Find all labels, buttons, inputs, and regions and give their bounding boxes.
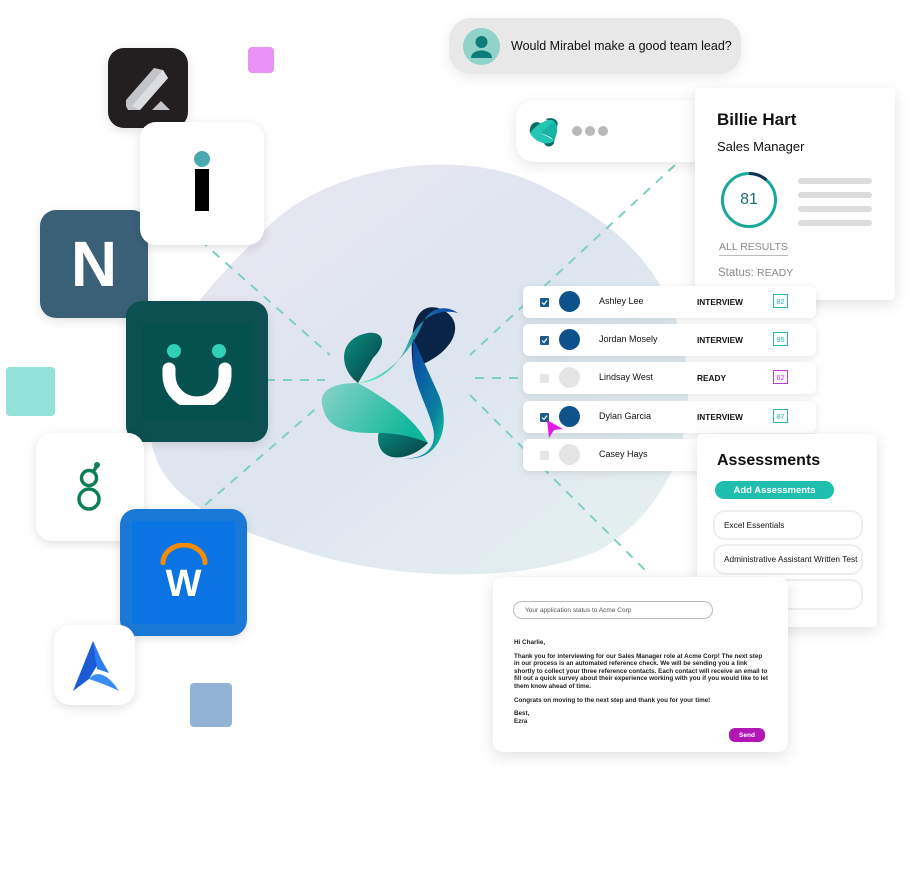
typing-dots bbox=[572, 126, 611, 136]
a-logo-icon bbox=[72, 641, 119, 691]
a-app-tile[interactable] bbox=[54, 625, 135, 705]
placeholder-line bbox=[798, 220, 872, 226]
placeholder-line bbox=[798, 206, 872, 212]
all-results-link[interactable]: ALL RESULTS bbox=[719, 241, 788, 256]
candidate-score-badge: 82 bbox=[773, 294, 788, 308]
email-paragraph: Thank you for interviewing for our Sales… bbox=[514, 652, 769, 690]
email-subject-field[interactable]: Your application status to Acme Corp bbox=[513, 601, 713, 619]
user-avatar-icon bbox=[463, 27, 500, 65]
smile-app-tile[interactable] bbox=[126, 301, 268, 442]
status-text: Status: READY bbox=[718, 267, 793, 279]
n-app-tile[interactable]: N bbox=[40, 210, 148, 318]
candidate-status: INTERVIEW bbox=[697, 412, 743, 422]
assistant-typing-bubble bbox=[516, 100, 716, 162]
assistant-logo-icon bbox=[529, 118, 558, 147]
typing-dot bbox=[572, 126, 582, 136]
pencil-app-tile[interactable] bbox=[108, 48, 188, 128]
letter-i-icon bbox=[194, 150, 210, 211]
candidate-name: Ashley Lee bbox=[599, 296, 644, 306]
candidate-name: Casey Hays bbox=[599, 449, 648, 459]
candidate-row[interactable]: Lindsay West READY 62 bbox=[523, 362, 816, 394]
smile-icon bbox=[162, 343, 232, 405]
chat-question-text: Would Mirabel make a good team lead? bbox=[511, 39, 732, 53]
status-value: READY bbox=[757, 267, 794, 279]
letter-n-icon: N bbox=[70, 228, 118, 300]
g-icon bbox=[77, 462, 101, 511]
placeholder-line bbox=[798, 192, 872, 198]
assessments-title: Assessments bbox=[717, 452, 821, 469]
candidate-score-badge: 62 bbox=[773, 370, 788, 384]
assessment-item-excel[interactable]: Excel Essentials bbox=[713, 510, 863, 540]
workday-arc-icon bbox=[160, 542, 207, 565]
mouse-cursor-icon bbox=[547, 420, 563, 438]
candidate-checkbox[interactable] bbox=[540, 298, 549, 307]
score-value: 81 bbox=[740, 191, 758, 208]
central-logo-icon bbox=[321, 307, 458, 459]
email-composer-card: Your application status to Acme Corp Hi … bbox=[493, 577, 788, 752]
send-button[interactable]: Send bbox=[729, 728, 765, 742]
candidate-checkbox[interactable] bbox=[540, 374, 549, 383]
assessment-item-admin-test[interactable]: Administrative Assistant Written Test bbox=[713, 544, 863, 575]
candidate-name: Billie Hart bbox=[717, 110, 797, 129]
candidate-avatar bbox=[559, 291, 580, 312]
candidate-name: Lindsay West bbox=[599, 372, 653, 382]
checkmark-icon bbox=[541, 300, 548, 306]
decorative-square-mint bbox=[6, 367, 55, 416]
decorative-square-pink bbox=[248, 47, 274, 73]
email-signoff: Best, bbox=[514, 710, 530, 718]
pencil-icon bbox=[126, 68, 170, 110]
candidate-checkbox[interactable] bbox=[540, 336, 549, 345]
candidate-checkbox[interactable] bbox=[540, 451, 549, 460]
candidate-status: READY bbox=[697, 373, 727, 383]
candidate-score-badge: 87 bbox=[773, 409, 788, 423]
workday-app-tile[interactable]: W bbox=[120, 509, 247, 636]
typing-dot bbox=[585, 126, 595, 136]
workday-w-icon: W bbox=[165, 562, 202, 605]
email-paragraph: Congrats on moving to the next step and … bbox=[514, 696, 711, 704]
chat-question-bubble: Would Mirabel make a good team lead? bbox=[449, 18, 741, 74]
score-ring: 81 bbox=[720, 171, 778, 229]
candidate-name: Dylan Garcia bbox=[599, 411, 652, 421]
candidate-avatar bbox=[559, 444, 580, 465]
candidate-score-badge: 95 bbox=[773, 332, 788, 346]
email-body[interactable]: Hi Charlie, Thank you for interviewing f… bbox=[514, 639, 769, 725]
candidate-status: INTERVIEW bbox=[697, 297, 743, 307]
status-label: Status: bbox=[718, 267, 754, 279]
placeholder-line bbox=[798, 178, 872, 184]
candidate-profile-card: Billie Hart Sales Manager 81 ALL RESULTS… bbox=[695, 88, 895, 300]
email-greeting: Hi Charlie, bbox=[514, 639, 546, 646]
candidate-row[interactable]: Jordan Mosely INTERVIEW 95 bbox=[523, 324, 816, 356]
decorative-square-blue bbox=[190, 683, 232, 727]
typing-dot bbox=[598, 126, 608, 136]
i-app-tile[interactable] bbox=[140, 122, 264, 245]
checkmark-icon bbox=[541, 338, 548, 344]
candidate-avatar bbox=[559, 367, 580, 388]
candidate-row[interactable]: Dylan Garcia INTERVIEW 87 bbox=[523, 401, 816, 433]
add-assessments-button[interactable]: Add Assessments bbox=[715, 481, 834, 499]
candidate-avatar bbox=[559, 329, 580, 350]
email-signature: Ezra bbox=[514, 717, 528, 725]
candidate-name: Jordan Mosely bbox=[599, 334, 658, 344]
candidate-status: INTERVIEW bbox=[697, 335, 743, 345]
candidate-role: Sales Manager bbox=[717, 139, 805, 154]
candidate-row[interactable]: Ashley Lee INTERVIEW 82 bbox=[523, 286, 816, 318]
